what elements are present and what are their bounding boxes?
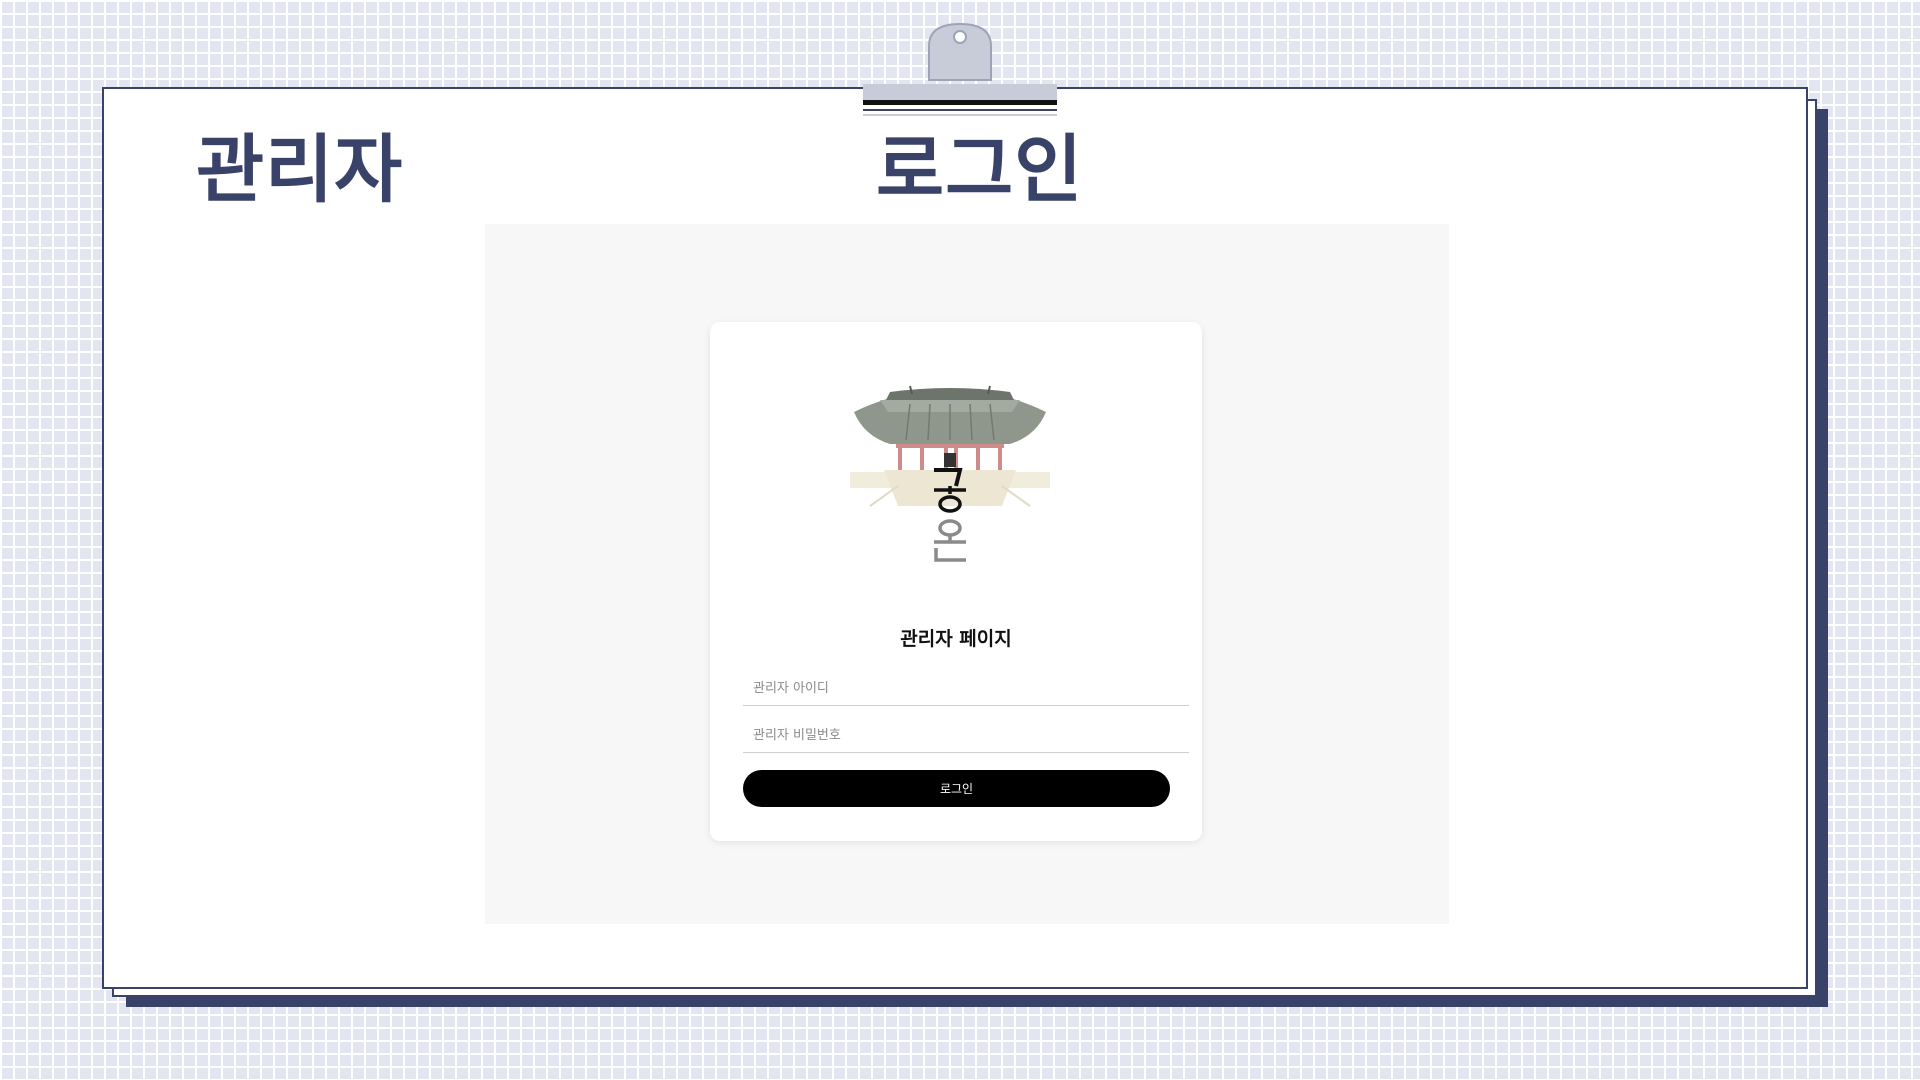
login-card: 관리자 페이지 로그인 xyxy=(710,322,1202,841)
page-title-admin: 관리자 xyxy=(196,127,404,213)
screenshot-area: 관리자 페이지 로그인 xyxy=(485,224,1449,924)
admin-id-input[interactable] xyxy=(743,672,1189,706)
admin-password-input[interactable] xyxy=(743,719,1189,753)
binder-clip-icon xyxy=(863,22,1057,116)
login-button[interactable]: 로그인 xyxy=(743,770,1170,807)
palace-logo-icon xyxy=(850,385,1050,562)
admin-page-title: 관리자 페이지 xyxy=(900,628,1012,650)
page-title-login: 로그인 xyxy=(876,127,1084,213)
